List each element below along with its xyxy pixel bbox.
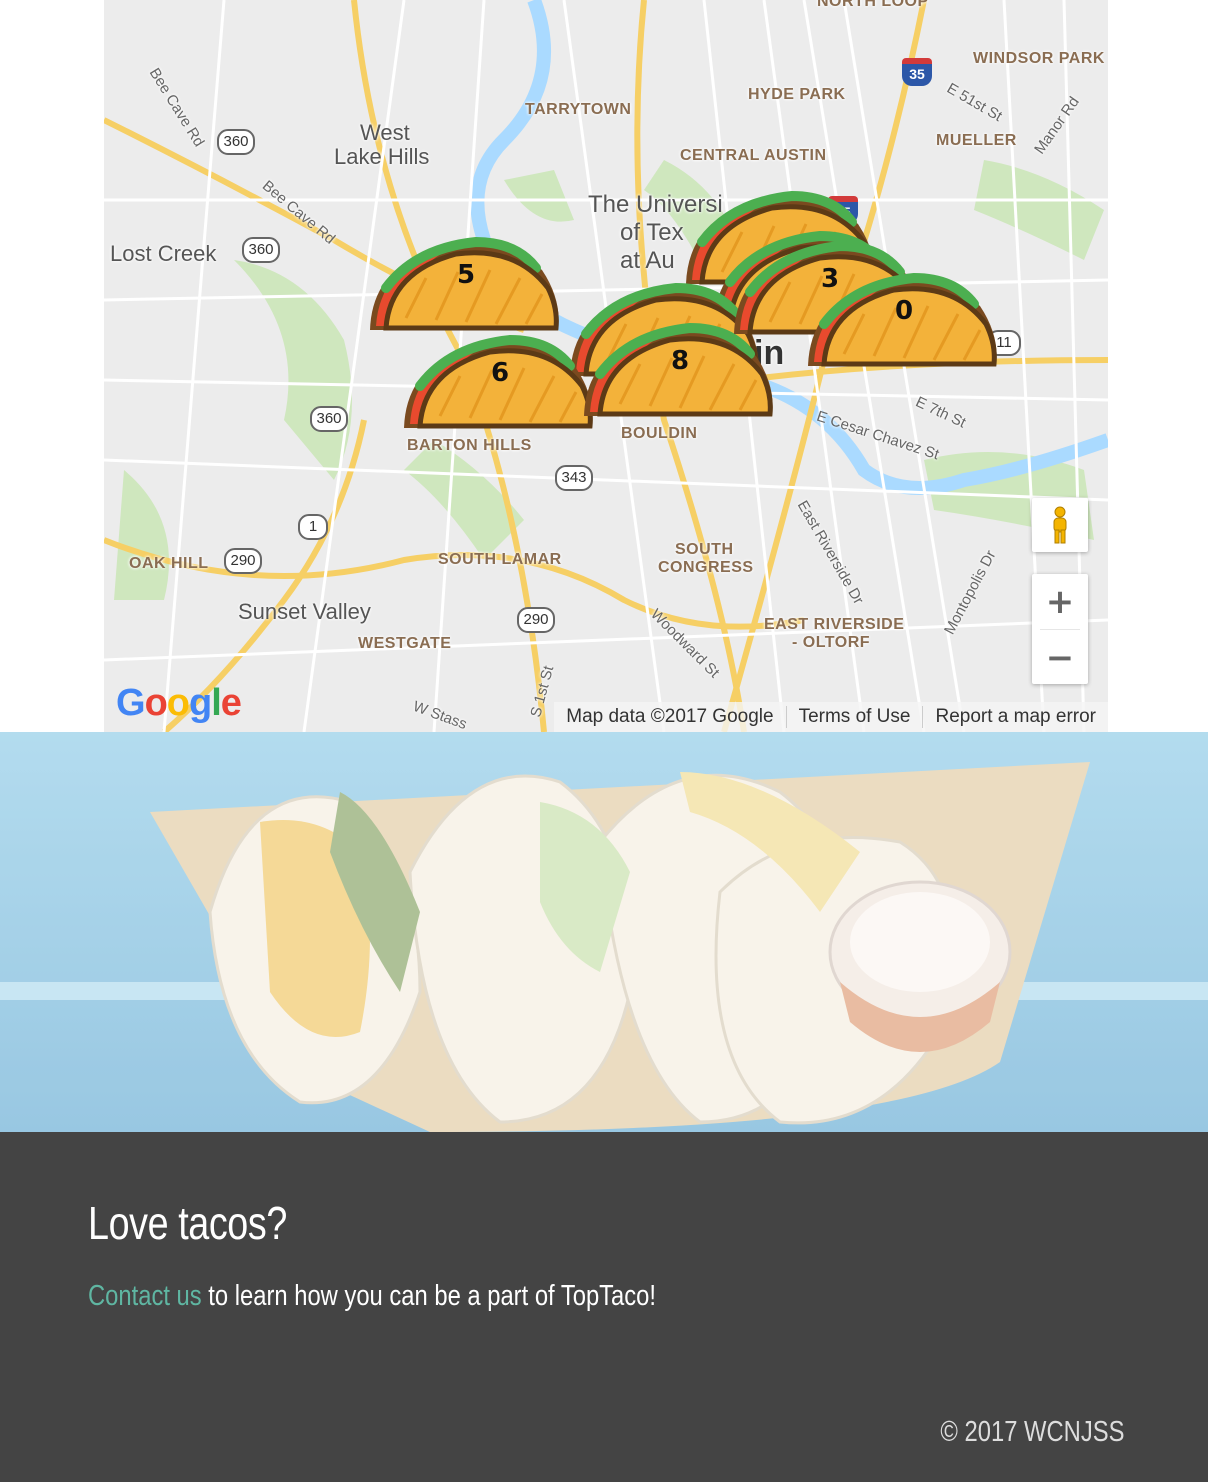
terms-of-use-link[interactable]: Terms of Use bbox=[785, 706, 923, 728]
city-label: Lost Creek bbox=[110, 241, 217, 266]
route-shield: 290 bbox=[517, 607, 555, 633]
taco-cluster-marker[interactable]: 0 bbox=[804, 264, 1004, 374]
neighborhood-label: - OLTORF bbox=[792, 634, 871, 651]
taco-cluster-marker[interactable]: 6 bbox=[400, 326, 600, 436]
neighborhood-label: EAST RIVERSIDE bbox=[764, 616, 905, 633]
neighborhood-label: TARRYTOWN bbox=[525, 101, 632, 118]
neighborhood-label: MUELLER bbox=[936, 132, 1017, 149]
google-logo: Google bbox=[116, 682, 242, 724]
taco-cluster-marker[interactable]: 5 bbox=[366, 228, 566, 338]
neighborhood-label: OAK HILL bbox=[129, 555, 209, 572]
contact-description: to learn how you can be a part of TopTac… bbox=[201, 1280, 657, 1312]
cluster-count: 5 bbox=[456, 260, 476, 290]
cluster-count: 0 bbox=[894, 296, 914, 326]
city-label: Sunset Valley bbox=[238, 599, 371, 624]
route-shield: 360 bbox=[242, 237, 280, 263]
pegman-button[interactable] bbox=[1032, 498, 1088, 552]
route-shield: 360 bbox=[217, 129, 255, 155]
cluster-count: 8 bbox=[670, 346, 690, 376]
neighborhood-label: WESTGATE bbox=[358, 635, 452, 652]
neighborhood-label: SOUTH LAMAR bbox=[438, 551, 562, 568]
zoom-control: + − bbox=[1032, 574, 1088, 684]
city-label: West bbox=[360, 120, 410, 145]
neighborhood-label: NORTH LOOP bbox=[817, 0, 929, 10]
interstate-shield: 35 bbox=[902, 58, 932, 86]
route-shield: 360 bbox=[310, 406, 348, 432]
footer-heading: Love tacos? bbox=[88, 1197, 287, 1249]
neighborhood-label: HYDE PARK bbox=[748, 86, 846, 103]
tacos-image bbox=[0, 732, 1208, 1132]
map[interactable]: NORTH LOOP WINDSOR PARK TARRYTOWN HYDE P… bbox=[104, 0, 1108, 732]
neighborhood-label: CONGRESS bbox=[658, 559, 754, 576]
neighborhood-label: BOULDIN bbox=[621, 425, 698, 442]
footer: Love tacos? Contact us to learn how you … bbox=[0, 1132, 1208, 1482]
neighborhood-label: SOUTH bbox=[675, 541, 734, 558]
route-shield: 290 bbox=[224, 548, 262, 574]
city-label: Lake Hills bbox=[334, 144, 430, 169]
zoom-out-button[interactable]: − bbox=[1032, 630, 1088, 685]
route-shield: 1 bbox=[298, 514, 328, 540]
footer-contact-text: Contact us to learn how you can be a par… bbox=[88, 1280, 656, 1313]
cluster-count: 6 bbox=[490, 358, 510, 388]
map-data-text: Map data ©2017 Google bbox=[566, 706, 774, 727]
tacos-photo bbox=[0, 732, 1208, 1132]
pegman-icon bbox=[1053, 506, 1067, 544]
contact-us-link[interactable]: Contact us bbox=[88, 1280, 202, 1312]
city-label: of Tex bbox=[620, 219, 684, 246]
report-map-error-link[interactable]: Report a map error bbox=[922, 706, 1108, 728]
city-label: at Au bbox=[620, 247, 675, 274]
copyright-text: © 2017 WCNJSS bbox=[939, 1416, 1124, 1448]
map-attribution: Map data ©2017 Google Terms of Use Repor… bbox=[554, 702, 1108, 732]
route-shield: 343 bbox=[555, 465, 593, 491]
neighborhood-label: WINDSOR PARK bbox=[973, 50, 1105, 67]
zoom-in-button[interactable]: + bbox=[1032, 574, 1088, 629]
neighborhood-label: BARTON HILLS bbox=[407, 437, 532, 454]
neighborhood-label: CENTRAL AUSTIN bbox=[680, 147, 827, 164]
